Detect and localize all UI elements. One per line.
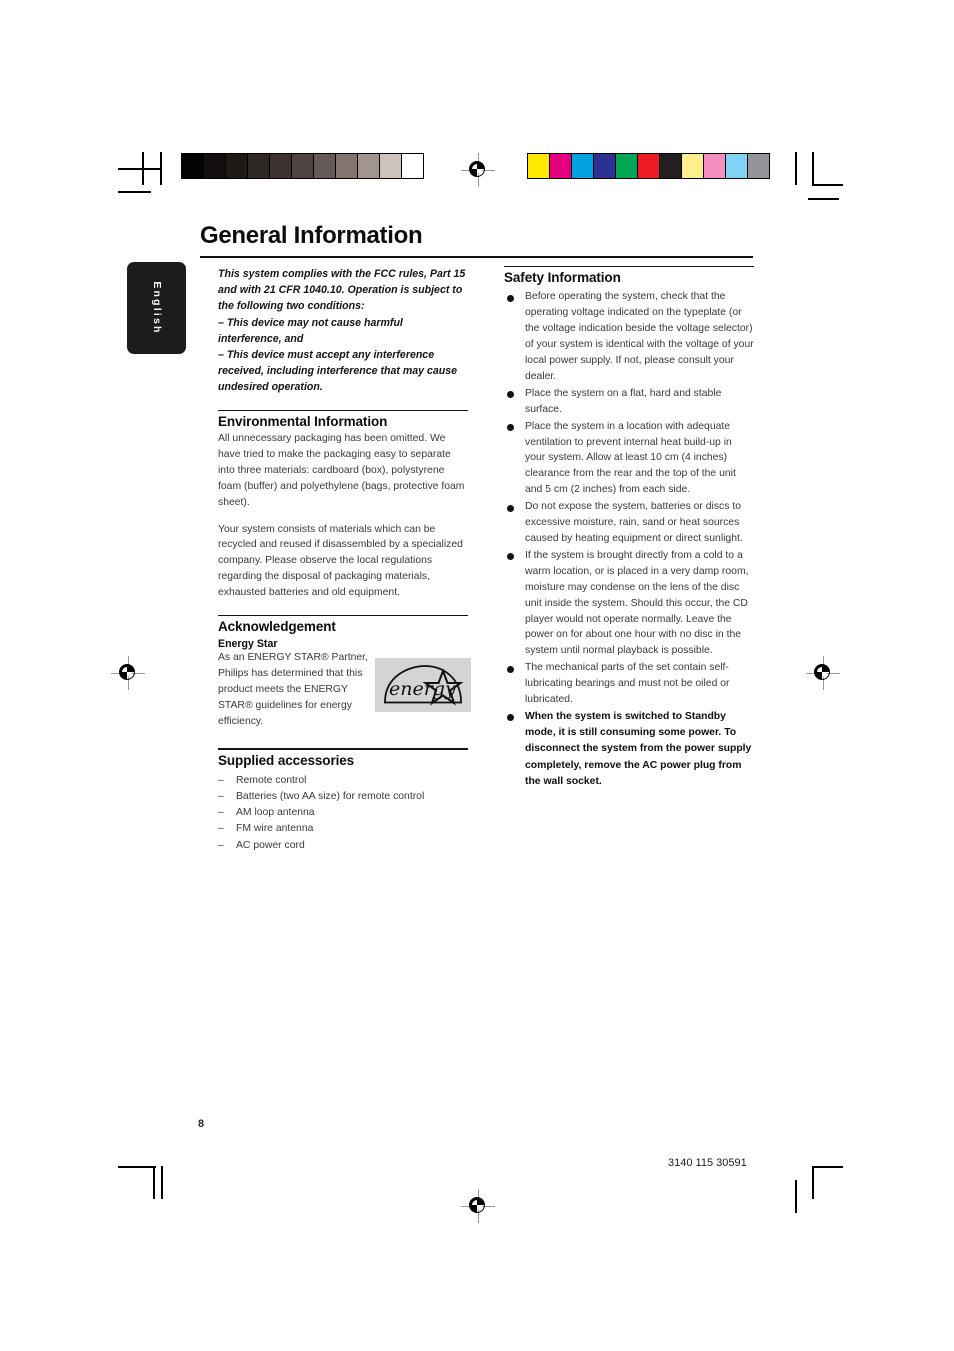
crop-mark-top-left-v xyxy=(142,152,144,185)
grayscale-swatch xyxy=(204,154,226,178)
grayscale-swatch xyxy=(248,154,270,178)
environmental-paragraph-2: Your system consists of materials which … xyxy=(218,523,463,599)
fcc-notice: This system complies with the FCC rules,… xyxy=(218,266,468,396)
grayscale-swatch xyxy=(292,154,314,178)
crop-mark-bottom-left-v xyxy=(153,1166,155,1199)
list-item: Place the system in a location with adeq… xyxy=(504,419,754,499)
grayscale-swatch xyxy=(314,154,336,178)
color-swatch xyxy=(682,154,704,178)
color-swatch xyxy=(748,154,769,178)
crop-mark-bottom-left-h xyxy=(118,1166,156,1168)
fcc-intro-text: This system complies with the FCC rules,… xyxy=(218,268,466,313)
color-swatch xyxy=(616,154,638,178)
fcc-condition-2: – This device must accept any interferen… xyxy=(218,349,458,394)
crop-mark-bottom-right-v2 xyxy=(812,1166,814,1199)
crop-mark-top-right-h2 xyxy=(808,198,839,200)
grayscale-swatch xyxy=(226,154,248,178)
grayscale-swatch xyxy=(270,154,292,178)
right-column: Safety Information Before operating the … xyxy=(504,266,754,791)
energy-star-block: As an ENERGY STAR® Partner, Philips has … xyxy=(218,650,471,736)
fcc-condition-1: – This device may not cause harmful inte… xyxy=(218,316,403,345)
color-swatch xyxy=(550,154,572,178)
crop-mark-top-left-h xyxy=(118,168,162,170)
registration-mark-bottom xyxy=(461,1189,495,1223)
environmental-information-section: Environmental Information All unnecessar… xyxy=(218,409,468,601)
acknowledgement-heading: Acknowledgement xyxy=(218,619,336,635)
crop-mark-top-right-h xyxy=(812,184,843,186)
section-divider xyxy=(218,409,468,412)
svg-text:energy: energy xyxy=(389,678,456,700)
grayscale-swatch xyxy=(182,154,204,178)
supplied-accessories-list: Remote control Batteries (two AA size) f… xyxy=(218,773,468,854)
grayscale-swatch xyxy=(402,154,423,178)
title-divider xyxy=(200,256,753,259)
list-item: Do not expose the system, batteries or d… xyxy=(504,499,754,547)
page-number: 8 xyxy=(198,1118,205,1130)
list-item: Before operating the system, check that … xyxy=(504,289,754,384)
list-item: AM loop antenna xyxy=(218,805,468,821)
supplied-accessories-section: Supplied accessories Remote control Batt… xyxy=(218,748,468,854)
supplied-accessories-heading: Supplied accessories xyxy=(218,752,355,768)
environmental-paragraph-1: All unnecessary packaging has been omitt… xyxy=(218,433,465,508)
list-item: If the system is brought directly from a… xyxy=(504,548,754,659)
crop-mark-top-left-h2 xyxy=(118,191,151,193)
document-code: 3140 115 30591 xyxy=(668,1157,747,1169)
safety-information-heading: Safety Information xyxy=(504,270,621,286)
section-divider xyxy=(218,748,468,750)
crop-mark-top-left-v2 xyxy=(160,152,162,185)
safety-information-section: Safety Information Before operating the … xyxy=(504,266,754,790)
list-item-standby-warning: When the system is switched to Standby m… xyxy=(504,709,754,790)
section-divider xyxy=(218,615,468,617)
grayscale-swatch xyxy=(336,154,358,178)
color-swatch xyxy=(528,154,550,178)
safety-information-list: Before operating the system, check that … xyxy=(504,289,754,790)
registration-mark-left xyxy=(111,656,145,690)
crop-mark-top-right-v xyxy=(795,152,797,185)
list-item: FM wire antenna xyxy=(218,821,468,837)
acknowledgement-section: Acknowledgement Energy Star As an ENERGY… xyxy=(218,615,471,736)
crop-mark-bottom-right-v xyxy=(795,1180,797,1213)
color-swatch xyxy=(638,154,660,178)
list-item: The mechanical parts of the set contain … xyxy=(504,660,754,708)
list-item: Place the system on a flat, hard and sta… xyxy=(504,386,754,418)
color-swatch xyxy=(704,154,726,178)
language-tab-english: English xyxy=(127,262,186,354)
list-item: Remote control xyxy=(218,773,468,789)
registration-mark-top xyxy=(461,153,495,187)
crop-mark-bottom-right-h xyxy=(812,1166,843,1168)
color-swatch xyxy=(660,154,682,178)
left-column: This system complies with the FCC rules,… xyxy=(218,266,471,854)
grayscale-calibration-bar xyxy=(181,153,424,179)
energy-star-subheading: Energy Star xyxy=(218,638,278,651)
crop-mark-top-right-v2 xyxy=(812,152,814,185)
color-calibration-bar xyxy=(527,153,770,179)
crop-mark-bottom-left-v2 xyxy=(161,1166,163,1199)
environmental-heading: Environmental Information xyxy=(218,414,388,430)
grayscale-swatch xyxy=(380,154,402,178)
registration-mark-right xyxy=(806,656,840,690)
list-item: Batteries (two AA size) for remote contr… xyxy=(218,789,468,805)
document-page: English General Information This system … xyxy=(0,0,954,1351)
grayscale-swatch xyxy=(358,154,380,178)
energy-star-logo: energy xyxy=(375,658,471,713)
page-title: General Information xyxy=(200,222,423,249)
language-tab-label: English xyxy=(150,281,163,335)
list-item: AC power cord xyxy=(218,838,468,854)
color-swatch xyxy=(726,154,748,178)
color-swatch xyxy=(572,154,594,178)
section-divider xyxy=(504,266,754,268)
color-swatch xyxy=(594,154,616,178)
energy-star-body: As an ENERGY STAR® Partner, Philips has … xyxy=(218,652,368,728)
